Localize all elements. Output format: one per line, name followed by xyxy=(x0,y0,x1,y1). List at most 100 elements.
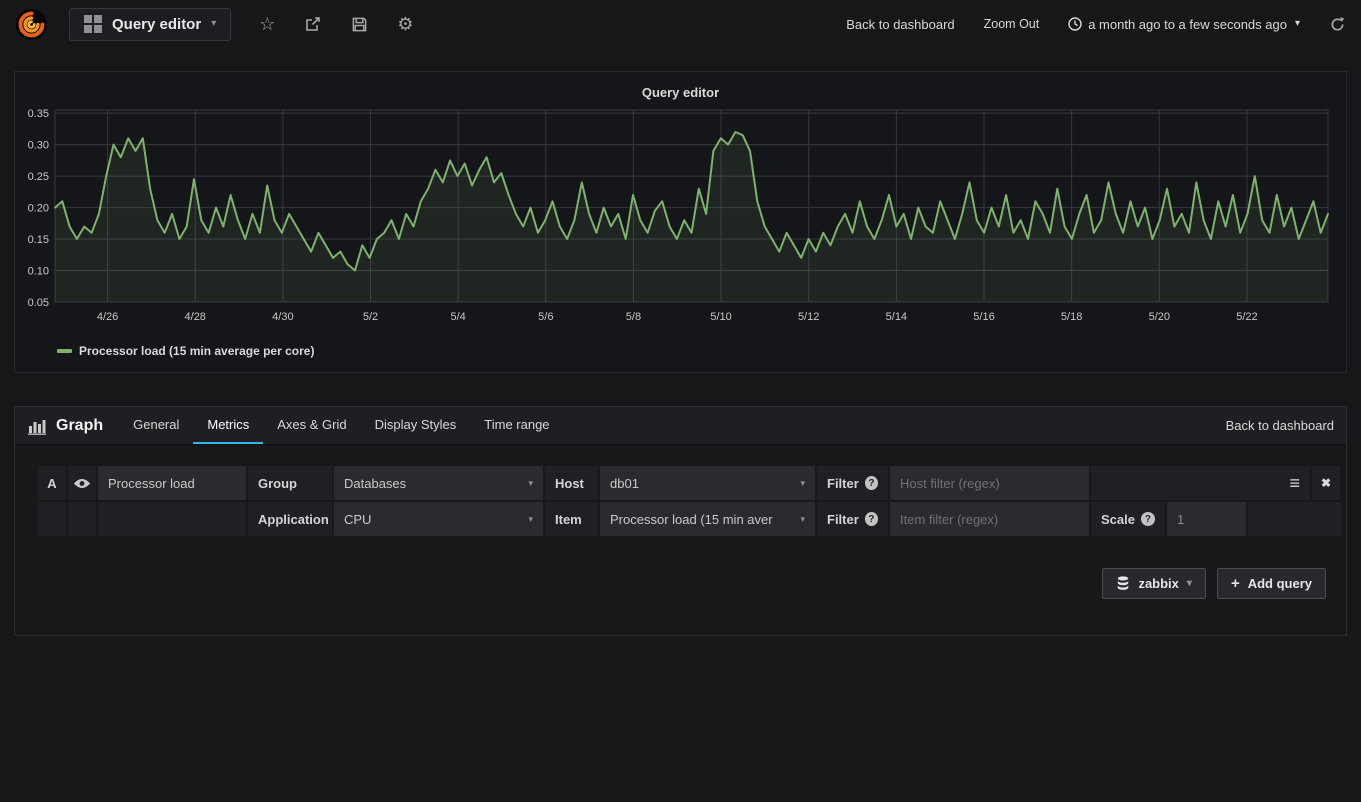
empty-cell xyxy=(1248,502,1341,536)
host-select[interactable]: db01 ▾ xyxy=(600,466,815,500)
help-circle-icon[interactable]: ? xyxy=(1141,512,1155,526)
help-circle-icon[interactable]: ? xyxy=(865,476,878,490)
query-row-1: A Processor load Group Databases ▾ Host … xyxy=(38,466,1346,500)
chart-legend: Processor load (15 min average per core) xyxy=(15,342,1346,366)
host-filter-label: Filter ? xyxy=(817,466,888,500)
tab-metrics[interactable]: Metrics xyxy=(193,407,263,444)
svg-text:5/6: 5/6 xyxy=(538,311,553,323)
tab-general[interactable]: General xyxy=(119,407,193,444)
graph-panel: Query editor 0.05 0.10 0.15 0.20 0.25 0.30 0.3… xyxy=(14,71,1347,373)
svg-text:0.15: 0.15 xyxy=(28,234,49,246)
tab-display-styles[interactable]: Display Styles xyxy=(361,407,471,444)
refresh-icon[interactable] xyxy=(1329,16,1346,33)
datasource-button[interactable]: zabbix ▾ xyxy=(1102,568,1206,599)
svg-text:5/8: 5/8 xyxy=(626,311,641,323)
add-query-button[interactable]: + Add query xyxy=(1217,568,1326,599)
svg-text:0.20: 0.20 xyxy=(28,203,49,215)
add-query-button-label: Add query xyxy=(1248,576,1312,591)
editor-header: Graph General Metrics Axes & Grid Displa… xyxy=(15,407,1346,445)
chevron-down-icon: ▾ xyxy=(1187,579,1192,589)
gear-icon[interactable]: ⚙ xyxy=(397,15,413,33)
svg-text:5/18: 5/18 xyxy=(1061,311,1082,323)
top-navbar: Query editor ▾ ☆ ⚙ Back to dashboard Zoo… xyxy=(0,0,1361,48)
item-select[interactable]: Processor load (15 min aver ▾ xyxy=(600,502,815,536)
host-label: Host xyxy=(545,466,598,500)
dashboard-title: Query editor xyxy=(112,16,201,33)
query-visibility-toggle[interactable] xyxy=(68,466,96,500)
empty-cell xyxy=(38,502,66,536)
panel-editor: Graph General Metrics Axes & Grid Displa… xyxy=(14,406,1347,636)
filter-label-text: Filter xyxy=(827,512,859,527)
svg-text:0.10: 0.10 xyxy=(28,266,49,278)
grafana-logo[interactable] xyxy=(15,8,48,41)
legend-color-swatch xyxy=(57,349,72,353)
svg-text:0.25: 0.25 xyxy=(28,171,49,183)
query-row-2: Application CPU ▾ Item Processor load (1… xyxy=(38,502,1346,536)
svg-text:0.05: 0.05 xyxy=(28,297,49,309)
graph-panel-title[interactable]: Query editor xyxy=(15,72,1346,104)
svg-text:5/20: 5/20 xyxy=(1149,311,1170,323)
chevron-down-icon: ▾ xyxy=(528,515,533,524)
chevron-down-icon: ▾ xyxy=(211,19,216,29)
dashboard-picker[interactable]: Query editor ▾ xyxy=(69,8,231,41)
svg-text:5/10: 5/10 xyxy=(710,311,731,323)
application-select[interactable]: CPU ▾ xyxy=(334,502,543,536)
svg-text:5/2: 5/2 xyxy=(363,311,378,323)
svg-text:4/28: 4/28 xyxy=(185,311,206,323)
svg-text:5/12: 5/12 xyxy=(798,311,819,323)
item-select-value: Processor load (15 min aver xyxy=(610,512,773,527)
datasource-button-label: zabbix xyxy=(1138,576,1178,591)
back-to-dashboard-link[interactable]: Back to dashboard xyxy=(846,17,954,32)
time-range-picker[interactable]: a month ago to a few seconds ago ▾ xyxy=(1068,17,1300,32)
help-circle-icon[interactable]: ? xyxy=(865,512,878,526)
chevron-down-icon: ▾ xyxy=(528,479,533,488)
legend-series-label[interactable]: Processor load (15 min average per core) xyxy=(79,344,314,358)
bar-chart-icon xyxy=(27,417,47,435)
time-range-label: a month ago to a few seconds ago xyxy=(1088,17,1287,32)
item-filter-cell xyxy=(890,502,1089,536)
zoom-out-button[interactable]: Zoom Out xyxy=(984,17,1040,31)
svg-text:4/26: 4/26 xyxy=(97,311,118,323)
svg-text:5/16: 5/16 xyxy=(973,311,994,323)
chevron-down-icon: ▾ xyxy=(1295,19,1300,29)
host-filter-cell xyxy=(890,466,1089,500)
filter-label-text: Filter xyxy=(827,476,859,491)
query-letter[interactable]: A xyxy=(38,466,66,500)
editor-tabs: General Metrics Axes & Grid Display Styl… xyxy=(119,407,563,444)
row-menu-icon[interactable]: ≡ xyxy=(1289,473,1300,494)
svg-text:5/4: 5/4 xyxy=(451,311,466,323)
item-label: Item xyxy=(545,502,598,536)
scale-input[interactable] xyxy=(1177,512,1236,527)
row-options-cell: ≡ xyxy=(1091,466,1310,500)
group-select[interactable]: Databases ▾ xyxy=(334,466,543,500)
database-icon xyxy=(1116,576,1130,591)
host-filter-input[interactable] xyxy=(900,476,1079,491)
host-select-value: db01 xyxy=(610,476,639,491)
save-icon[interactable] xyxy=(351,16,368,33)
group-select-value: Databases xyxy=(344,476,406,491)
share-icon[interactable] xyxy=(304,15,322,33)
empty-cell xyxy=(98,502,246,536)
query-editor-table: A Processor load Group Databases ▾ Host … xyxy=(38,466,1346,536)
remove-query-button[interactable]: ✖ xyxy=(1312,466,1340,500)
star-icon[interactable]: ☆ xyxy=(259,15,275,33)
panel-type-title: Graph xyxy=(56,417,103,435)
scale-label: Scale ? xyxy=(1091,502,1165,536)
group-label: Group xyxy=(248,466,332,500)
tab-axes-grid[interactable]: Axes & Grid xyxy=(263,407,360,444)
application-label: Application xyxy=(248,502,332,536)
back-to-dashboard-link[interactable]: Back to dashboard xyxy=(1226,418,1334,433)
svg-text:0.35: 0.35 xyxy=(28,108,49,120)
svg-text:0.30: 0.30 xyxy=(28,140,49,152)
scale-cell xyxy=(1167,502,1246,536)
svg-text:5/22: 5/22 xyxy=(1236,311,1257,323)
svg-text:5/14: 5/14 xyxy=(886,311,907,323)
query-name-field[interactable]: Processor load xyxy=(98,466,246,500)
tab-time-range[interactable]: Time range xyxy=(470,407,563,444)
close-icon: ✖ xyxy=(1321,476,1331,490)
item-filter-label: Filter ? xyxy=(817,502,888,536)
empty-cell xyxy=(68,502,96,536)
item-filter-input[interactable] xyxy=(900,512,1079,527)
chevron-down-icon: ▾ xyxy=(800,515,805,524)
svg-text:4/30: 4/30 xyxy=(272,311,293,323)
